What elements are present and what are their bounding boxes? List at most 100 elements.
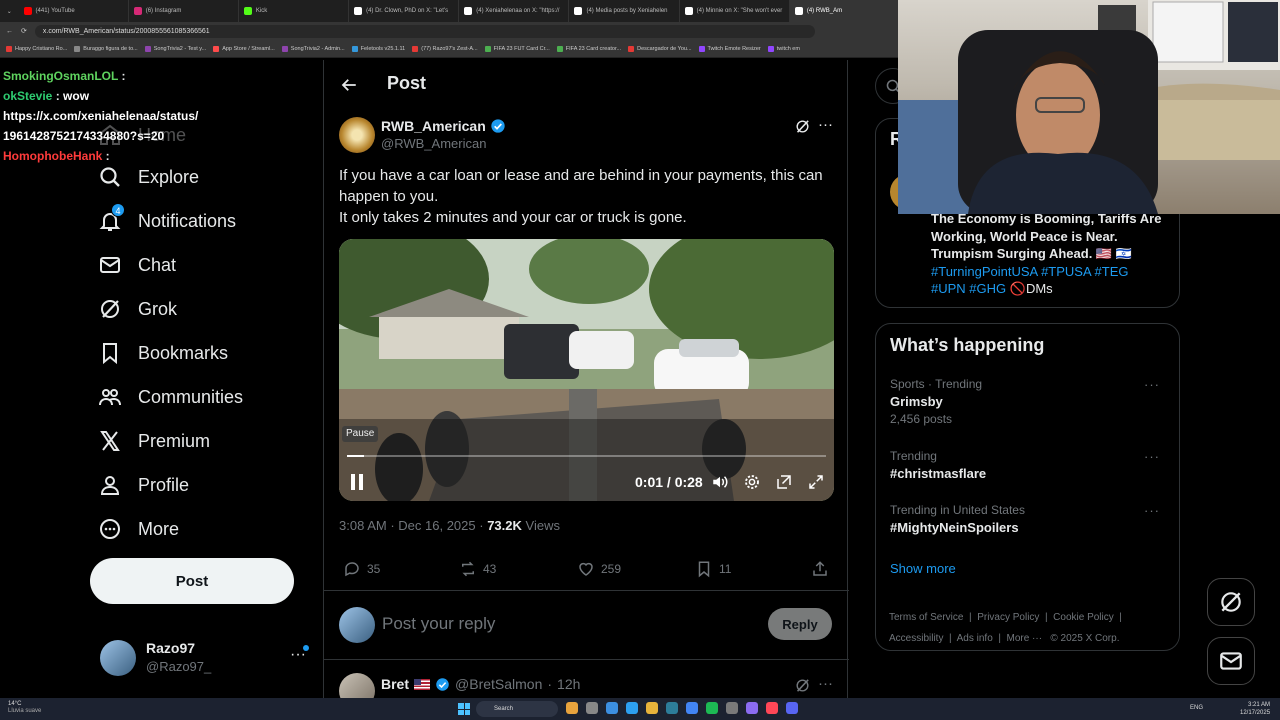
bookmark-item[interactable]: twitch em	[767, 45, 800, 52]
communities-icon	[99, 389, 121, 406]
bookmark-action[interactable]: 11	[695, 560, 731, 578]
nav-home[interactable]: Home	[98, 123, 186, 147]
back-icon[interactable]: ←	[6, 28, 13, 35]
nav-more[interactable]: More	[98, 517, 179, 541]
bookmark-item[interactable]: SongTrivia2 - Test y...	[144, 45, 206, 52]
bookmark-item[interactable]: App Store / Streaml...	[213, 45, 275, 52]
footer-link[interactable]: Ads info	[957, 633, 993, 644]
trend-item[interactable]: Trending in United States #MightyNeinSpo…	[890, 503, 1170, 535]
nav-chat[interactable]: Chat	[98, 253, 176, 277]
repost-action[interactable]: 43	[459, 560, 496, 578]
tab-list-icon[interactable]: ⌄	[0, 8, 19, 15]
messages-floating-button[interactable]	[1207, 637, 1255, 685]
language-indicator[interactable]: ENG	[1190, 705, 1203, 711]
grok-icon[interactable]	[794, 677, 811, 694]
clock[interactable]: 3:21 AM 12/17/2025	[1240, 701, 1270, 717]
promo-hashtags[interactable]: #UPN #GHG	[931, 281, 1006, 296]
browser-tab[interactable]: (6) Instagram	[129, 0, 239, 22]
picture-in-picture-icon[interactable]	[775, 473, 793, 491]
browser-tab[interactable]: (4) Xeniahelenaa on X: "https://	[459, 0, 570, 22]
author-name-row[interactable]: RWB_American	[381, 118, 506, 134]
views-count[interactable]: 73.2K	[487, 518, 522, 533]
settings-gear-icon[interactable]	[743, 473, 761, 491]
reply-author-handle[interactable]: @BretSalmon	[455, 676, 542, 692]
nav-label: Profile	[138, 474, 190, 495]
footer-link[interactable]: More ···	[1007, 633, 1043, 644]
browser-tab[interactable]: Kick	[239, 0, 350, 22]
reply-author-name[interactable]: Bret	[381, 676, 409, 692]
browser-tab[interactable]: (4) RWB_Am	[789, 0, 901, 22]
taskbar-app-icon[interactable]	[686, 702, 698, 714]
trend-more-icon[interactable]: ···	[1144, 377, 1160, 392]
trend-more-icon[interactable]: ···	[1144, 503, 1160, 518]
weather-widget[interactable]: 14°C Lluvia suave	[8, 701, 48, 715]
bookmark-item[interactable]: Happy Cristiano Ro...	[6, 45, 67, 52]
bookmark-item[interactable]: SongTrivia2 - Admin...	[281, 45, 345, 52]
taskbar-app-icon[interactable]	[786, 702, 798, 714]
bookmark-item[interactable]: Twitch Emote Resizer	[698, 45, 761, 52]
taskbar-app-icon[interactable]	[626, 702, 638, 714]
volume-icon[interactable]	[711, 473, 729, 491]
trend-item[interactable]: Sports · Trending Grimsby 2,456 posts ··…	[890, 377, 1170, 426]
like-action[interactable]: 259	[577, 560, 621, 578]
share-action[interactable]	[811, 560, 829, 578]
reply-more-icon[interactable]: ···	[818, 675, 833, 692]
browser-tab[interactable]: (4) Media posts by Xeniahelen	[569, 0, 680, 22]
video-player[interactable]: Pause 0:01 / 0:28	[339, 239, 834, 501]
author-handle[interactable]: @RWB_American	[381, 136, 486, 151]
bookmark-item[interactable]: (77) Razo97's Zest-A...	[412, 45, 478, 52]
footer-link[interactable]: Terms of Service	[889, 612, 963, 623]
nav-notifications[interactable]: 4 Notifications	[98, 203, 236, 233]
taskbar-search[interactable]: Search	[476, 701, 558, 717]
bookmark-item[interactable]: FIFA 23 Card creator...	[556, 45, 621, 52]
url-field[interactable]: x.com/RWB_American/status/20008555610853…	[34, 24, 815, 38]
post-more-icon[interactable]: ···	[818, 116, 833, 133]
footer-link[interactable]: Cookie Policy	[1053, 612, 1114, 623]
reply-time[interactable]: 12h	[557, 676, 580, 692]
pause-icon[interactable]	[349, 473, 365, 491]
trend-item[interactable]: Trending #christmasflare ···	[890, 449, 1170, 481]
fullscreen-icon[interactable]	[807, 473, 825, 491]
nav-profile[interactable]: Profile	[98, 473, 189, 497]
nav-premium[interactable]: Premium	[98, 429, 210, 453]
back-arrow-icon[interactable]	[340, 76, 358, 94]
post-time[interactable]: 3:08 AM	[339, 518, 387, 533]
bookmark-item[interactable]: Buraggo figura de to...	[74, 45, 138, 52]
browser-tab[interactable]: (4) Dr. Clown, PhD on X: "Let's	[349, 0, 460, 22]
taskbar-app-icon[interactable]	[766, 702, 778, 714]
bookmark-item[interactable]: FIFA 23 FUT Card Cr...	[484, 45, 550, 52]
nav-explore[interactable]: Explore	[98, 165, 199, 189]
windows-start-icon[interactable]	[458, 703, 470, 715]
compose-post-button[interactable]: Post	[90, 558, 294, 604]
taskbar-app-icon[interactable]	[566, 702, 578, 714]
reply-action[interactable]: 35	[343, 560, 380, 578]
bookmark-item[interactable]: Descargador de You...	[628, 45, 692, 52]
browser-tab[interactable]: (4) Minnie on X: "She won't ever	[680, 0, 790, 22]
taskbar-app-icon[interactable]	[646, 702, 658, 714]
nav-bookmarks[interactable]: Bookmarks	[98, 341, 228, 365]
account-switcher[interactable]: Razo97 @Razo97_ ···	[100, 638, 315, 678]
nav-communities[interactable]: Communities	[98, 385, 243, 409]
footer-link[interactable]: Privacy Policy	[977, 612, 1039, 623]
taskbar-app-icon[interactable]	[606, 702, 618, 714]
taskbar-app-icon[interactable]	[586, 702, 598, 714]
reply-input[interactable]: Post your reply	[382, 614, 495, 634]
taskbar-app-icon[interactable]	[746, 702, 758, 714]
taskbar-app-icon[interactable]	[706, 702, 718, 714]
grok-floating-button[interactable]	[1207, 578, 1255, 626]
author-avatar[interactable]	[339, 117, 375, 153]
taskbar-app-icon[interactable]	[726, 702, 738, 714]
grok-icon[interactable]	[794, 118, 811, 135]
reload-icon[interactable]: ⟳	[21, 27, 27, 35]
promo-hashtags[interactable]: #TurningPointUSA #TPUSA #TEG	[931, 263, 1171, 281]
video-progress-track[interactable]	[347, 455, 826, 457]
footer-link[interactable]: Accessibility	[889, 633, 943, 644]
taskbar-app-icon[interactable]	[666, 702, 678, 714]
post-date[interactable]: Dec 16, 2025	[398, 518, 475, 533]
bookmark-item[interactable]: Feletools v25.1.11	[351, 45, 405, 52]
show-more-link[interactable]: Show more	[890, 561, 956, 576]
nav-grok[interactable]: Grok	[98, 297, 177, 321]
reply-button[interactable]: Reply	[768, 608, 832, 640]
browser-tab[interactable]: (441) YouTube	[19, 0, 129, 22]
trend-more-icon[interactable]: ···	[1144, 449, 1160, 464]
